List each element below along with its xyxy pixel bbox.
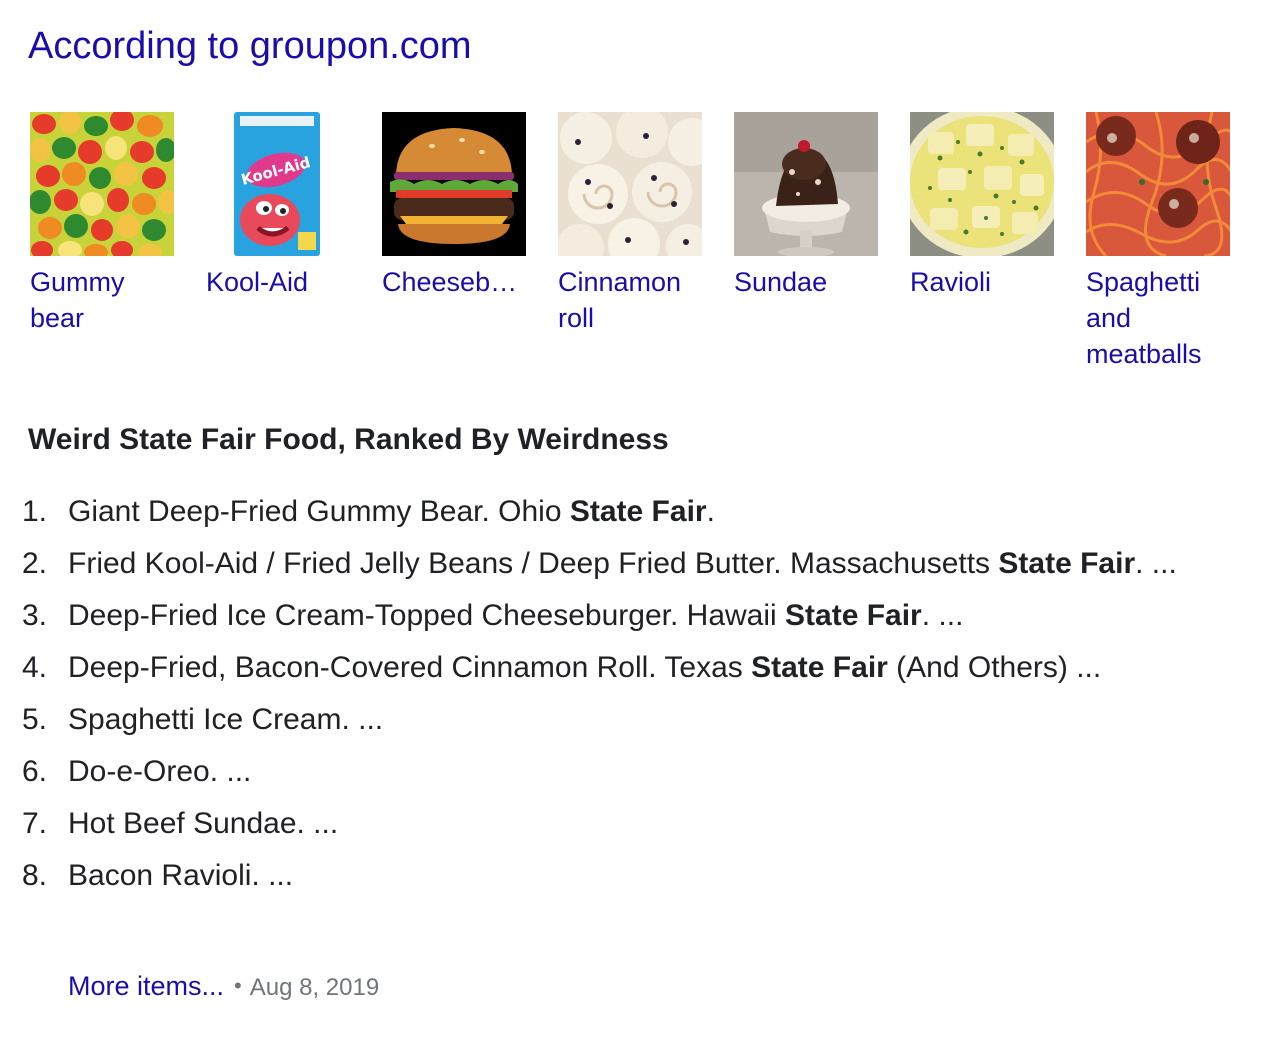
list-item-text-end: . ... bbox=[1135, 547, 1177, 580]
list-item-number: 5. bbox=[22, 703, 48, 736]
carousel-item-label: Gummy bear bbox=[30, 267, 125, 333]
list-item-number: 6. bbox=[22, 755, 48, 788]
source-title-link[interactable]: According to groupon.com bbox=[28, 22, 472, 70]
list-item-text-end: . ... bbox=[921, 599, 964, 632]
cinnamon-roll-image bbox=[558, 112, 702, 256]
list-item-text: Hot Beef Sundae. ... bbox=[68, 807, 339, 840]
list-item-number: 4. bbox=[22, 651, 48, 684]
list-item-highlight: State Fair bbox=[751, 651, 888, 684]
food-carousel: Gummy bear Kool-Aid Kool-Aid Cheeseb… Ci… bbox=[30, 112, 1250, 382]
separator-dot: • bbox=[234, 973, 242, 998]
ranked-list: 1. Giant Deep-Fried Gummy Bear. Ohio Stat… bbox=[22, 490, 1222, 906]
carousel-item-kool-aid[interactable]: Kool-Aid Kool-Aid bbox=[206, 112, 358, 300]
carousel-item-label: Cinnamon roll bbox=[558, 267, 682, 333]
publish-date: Aug 8, 2019 bbox=[249, 974, 380, 1001]
list-item: 6. Do-e-Oreo. ... bbox=[22, 750, 1222, 794]
carousel-item-label: Cheeseb… bbox=[382, 267, 518, 297]
carousel-item-cinnamon-roll[interactable]: Cinnamon roll bbox=[558, 112, 710, 336]
cheeseburger-image bbox=[382, 112, 526, 256]
list-item: 4. Deep-Fried, Bacon-Covered Cinnamon Rol… bbox=[22, 646, 1222, 690]
list-item-text: Deep-Fried, Bacon-Covered Cinnamon Roll.… bbox=[68, 651, 752, 684]
ravioli-image bbox=[910, 112, 1054, 256]
carousel-item-ravioli[interactable]: Ravioli bbox=[910, 112, 1062, 300]
carousel-item-cheeseburger[interactable]: Cheeseb… bbox=[382, 112, 534, 300]
list-item-highlight: State Fair bbox=[785, 599, 922, 632]
list-item-number: 2. bbox=[22, 547, 48, 580]
more-items-link[interactable]: More items... bbox=[68, 971, 224, 1001]
list-item: 3. Deep-Fried Ice Cream-Topped Cheeseburg… bbox=[22, 594, 1222, 638]
list-item-text: Bacon Ravioli. ... bbox=[68, 859, 294, 892]
footer-row: More items... • Aug 8, 2019 bbox=[68, 966, 379, 1008]
list-item-text: Do-e-Oreo. ... bbox=[68, 755, 252, 788]
list-item-text: Fried Kool-Aid / Fried Jelly Beans / Dee… bbox=[68, 547, 999, 580]
list-heading: Weird State Fair Food, Ranked By Weirdne… bbox=[28, 423, 669, 456]
list-item-text: Giant Deep-Fried Gummy Bear. Ohio bbox=[68, 495, 570, 528]
list-item-number: 7. bbox=[22, 807, 48, 840]
list-item: 2. Fried Kool-Aid / Fried Jelly Beans / D… bbox=[22, 542, 1222, 586]
list-item-highlight: State Fair bbox=[998, 547, 1136, 580]
list-item-number: 1. bbox=[22, 495, 48, 528]
list-item: 5. Spaghetti Ice Cream. ... bbox=[22, 698, 1222, 742]
list-item: 7. Hot Beef Sundae. ... bbox=[22, 802, 1222, 846]
list-item-text-end: (And Others) ... bbox=[887, 651, 1102, 684]
list-item-number: 8. bbox=[22, 859, 48, 892]
gummy-bear-image bbox=[30, 112, 174, 256]
kool-aid-packet-image: Kool-Aid bbox=[206, 112, 350, 256]
list-item-text: Deep-Fried Ice Cream-Topped Cheeseburger… bbox=[68, 599, 786, 632]
spaghetti-meatballs-image bbox=[1086, 112, 1230, 256]
list-item-number: 3. bbox=[22, 599, 48, 632]
carousel-item-label: Kool-Aid bbox=[206, 267, 309, 297]
carousel-item-label: Sundae bbox=[734, 267, 828, 297]
list-item-text: Spaghetti Ice Cream. ... bbox=[68, 703, 384, 736]
list-item-highlight: State Fair bbox=[569, 495, 707, 528]
sundae-image bbox=[734, 112, 878, 256]
list-item-text-end: . bbox=[706, 495, 715, 528]
carousel-item-spaghetti-meatballs[interactable]: Spaghetti and meatballs bbox=[1086, 112, 1238, 372]
carousel-item-gummy-bear[interactable]: Gummy bear bbox=[30, 112, 182, 336]
carousel-item-label: Spaghetti and meatballs bbox=[1086, 267, 1202, 369]
carousel-item-sundae[interactable]: Sundae bbox=[734, 112, 886, 300]
list-item: 1. Giant Deep-Fried Gummy Bear. Ohio Stat… bbox=[22, 490, 1222, 534]
list-item: 8. Bacon Ravioli. ... bbox=[22, 854, 1222, 898]
carousel-item-label: Ravioli bbox=[910, 267, 992, 297]
